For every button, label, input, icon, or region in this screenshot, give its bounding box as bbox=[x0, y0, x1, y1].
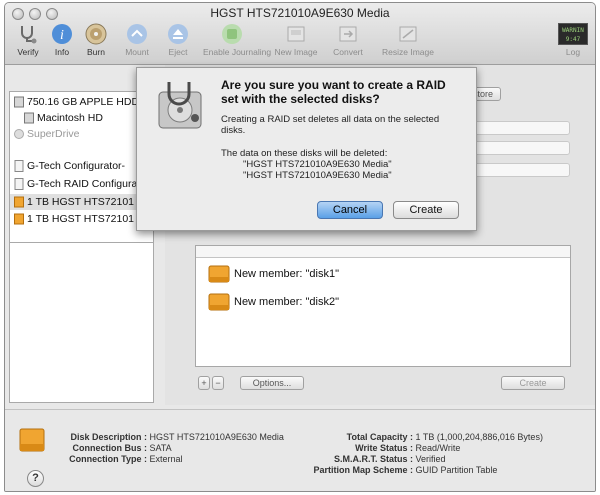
eject-button[interactable]: Eject bbox=[155, 23, 201, 57]
disk-info-panel: Disk Description : HGST HTS721010A9E630 … bbox=[5, 409, 595, 491]
create-button[interactable]: Create bbox=[393, 201, 459, 219]
disk-utility-icon bbox=[158, 82, 202, 129]
remove-member-button[interactable]: − bbox=[212, 376, 224, 390]
svg-text:i: i bbox=[60, 28, 64, 43]
stethoscope-icon bbox=[21, 26, 37, 44]
sidebar-item-apple-hdd[interactable]: 750.16 GB APPLE HDD bbox=[10, 94, 153, 110]
external-disk-icon bbox=[19, 428, 45, 452]
enable-journaling-button[interactable]: Enable Journaling bbox=[203, 23, 271, 57]
raid-members-list: New member: "disk1" New member: "disk2" bbox=[195, 245, 571, 367]
convert-button[interactable]: Convert bbox=[325, 23, 371, 57]
options-button[interactable]: Options... bbox=[240, 376, 304, 390]
list-header bbox=[196, 246, 570, 258]
resize-image-button[interactable]: Resize Image bbox=[377, 23, 439, 57]
list-item[interactable]: New member: "disk1" bbox=[208, 264, 339, 284]
sidebar-item-hgst-disk-2[interactable]: 1 TB HGST HTS72101 bbox=[10, 211, 153, 227]
mount-icon bbox=[127, 24, 147, 44]
convert-icon bbox=[339, 26, 357, 42]
new-image-button[interactable]: New Image bbox=[273, 23, 319, 57]
optical-drive-icon bbox=[14, 129, 24, 139]
dialog-disk-name: "HGST HTS721010A9E630 Media" bbox=[243, 159, 392, 170]
disk-utility-window: HGST HTS721010A9E630 Media Verify i Info… bbox=[4, 2, 596, 492]
help-button[interactable]: ? bbox=[27, 470, 44, 487]
mount-button[interactable]: Mount bbox=[114, 23, 160, 57]
sidebar-item-superdrive[interactable]: SuperDrive bbox=[10, 126, 153, 142]
dialog-message: Creating a RAID set deletes all data on … bbox=[221, 114, 440, 136]
sidebar-item-hgst-disk-1[interactable]: 1 TB HGST HTS72101 bbox=[10, 194, 153, 210]
eject-icon bbox=[168, 24, 188, 44]
sidebar-item-gtech-configurator[interactable]: G-Tech Configurator- bbox=[10, 158, 153, 174]
log-button[interactable]: WARNIN 9:47 Log bbox=[553, 23, 593, 57]
sidebar-item-macintosh-hd[interactable]: Macintosh HD bbox=[10, 110, 153, 126]
disk-image-icon bbox=[14, 160, 24, 172]
dialog-disk-name: "HGST HTS721010A9E630 Media" bbox=[243, 170, 392, 181]
external-disk-icon bbox=[14, 196, 24, 208]
dialog-title: Are you sure you want to create a RAID s… bbox=[221, 78, 446, 106]
external-disk-icon bbox=[208, 293, 230, 311]
disk-image-icon bbox=[14, 178, 24, 190]
sidebar-item-gtech-raid-configurator[interactable]: G-Tech RAID Configurat bbox=[10, 176, 153, 192]
volume-icon bbox=[24, 112, 34, 124]
partition-map-row: Partition Map Scheme : GUID Partition Ta… bbox=[313, 465, 498, 475]
dialog-data-note: The data on these disks will be deleted: bbox=[221, 148, 388, 159]
external-disk-icon bbox=[208, 265, 230, 283]
external-disk-icon bbox=[14, 213, 24, 225]
console-log-icon: WARNIN 9:47 bbox=[558, 23, 588, 45]
resize-image-icon bbox=[399, 26, 417, 42]
list-item[interactable]: New member: "disk2" bbox=[208, 292, 339, 312]
journaling-icon bbox=[222, 24, 242, 44]
create-raid-confirm-sheet: Are you sure you want to create a RAID s… bbox=[136, 67, 477, 231]
info-icon: i bbox=[52, 24, 72, 44]
add-member-button[interactable]: + bbox=[198, 376, 210, 390]
sidebar-empty-area bbox=[9, 243, 154, 403]
internal-disk-icon bbox=[14, 96, 24, 108]
burn-disc-icon bbox=[85, 23, 107, 45]
toolbar: HGST HTS721010A9E630 Media Verify i Info… bbox=[5, 3, 595, 65]
window-title: HGST HTS721010A9E630 Media bbox=[210, 6, 390, 20]
cancel-button[interactable]: Cancel bbox=[317, 201, 383, 219]
connection-type-row: Connection Type : External bbox=[69, 454, 183, 464]
create-raid-button[interactable]: Create bbox=[501, 376, 565, 390]
burn-button[interactable]: Burn bbox=[73, 23, 119, 57]
new-image-icon bbox=[287, 26, 305, 42]
disk-sidebar: 750.16 GB APPLE HDD Macintosh HD SuperDr… bbox=[9, 91, 154, 243]
